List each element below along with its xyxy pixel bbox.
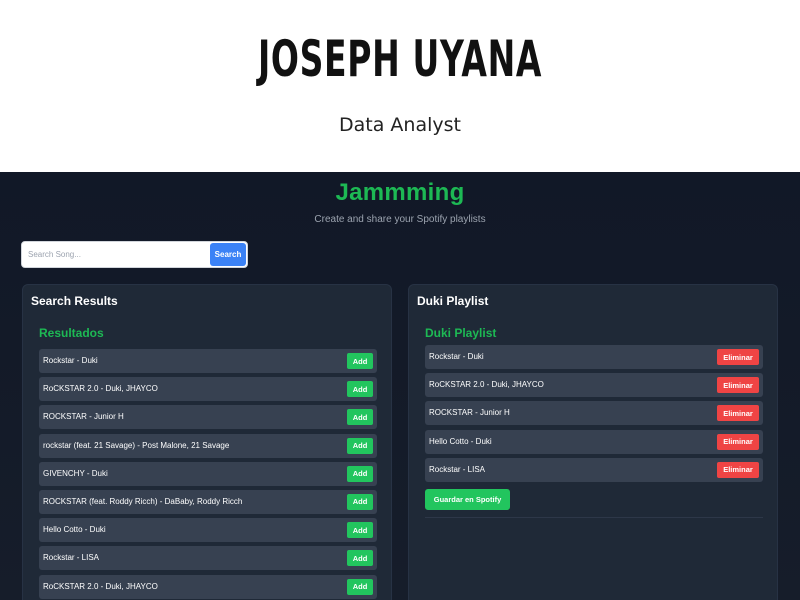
remove-track-button[interactable]: Eliminar: [717, 349, 759, 365]
track-name: Rockstar - LISA: [43, 553, 100, 563]
add-track-button[interactable]: Add: [347, 465, 373, 482]
results-subheading: Resultados: [39, 326, 104, 340]
hero-header: JOSEPH UYANA Data Analyst: [0, 0, 800, 172]
track-row: ROCKSTAR (feat. Roddy Ricch) - DaBaby, R…: [39, 489, 377, 514]
add-track-button[interactable]: Add: [347, 409, 373, 426]
track-row: ROCKSTAR - Junior H Eliminar: [425, 401, 763, 426]
add-track-button[interactable]: Add: [347, 578, 373, 595]
playlist-panel: Duki Playlist Duki Playlist Rockstar - D…: [408, 284, 778, 600]
track-name: ROCKSTAR - Junior H: [429, 408, 510, 418]
panel-divider: [425, 517, 763, 518]
track-row: GIVENCHY - Duki Add: [39, 461, 377, 486]
playlist-track-list: Rockstar - Duki Eliminar RoCKSTAR 2.0 - Du…: [425, 345, 763, 486]
add-track-button[interactable]: Add: [347, 550, 373, 567]
track-row: Hello Cotto - Duki Add: [39, 518, 377, 543]
track-row: RoCKSTAR 2.0 - Duki, JHAYCO Eliminar: [425, 373, 763, 398]
search-results-panel: Search Results Resultados Rockstar - Duk…: [22, 284, 392, 600]
track-row: Hello Cotto - Duki Eliminar: [425, 429, 763, 454]
playlist-heading: Duki Playlist: [417, 294, 489, 308]
add-track-button[interactable]: Add: [347, 353, 373, 369]
track-name: Rockstar - Duki: [429, 352, 484, 361]
results-track-list: Rockstar - Duki Add RoCKSTAR 2.0 - Duki, J…: [39, 349, 377, 600]
track-name: Hello Cotto - Duki: [429, 436, 492, 446]
add-track-button[interactable]: Add: [347, 381, 373, 398]
jammming-app: Jammming Create and share your Spotify p…: [0, 172, 800, 600]
track-name: Rockstar - Duki: [43, 356, 98, 365]
playlist-subheading: Duki Playlist: [425, 326, 497, 340]
add-track-button[interactable]: Add: [347, 522, 373, 539]
track-name: RoCKSTAR 2.0 - Duki, JHAYCO: [429, 380, 544, 390]
track-name: Rockstar - LISA: [429, 464, 486, 474]
app-subtitle: Create and share your Spotify playlists: [314, 214, 486, 225]
track-row: RoCKSTAR 2.0 - Duki, JHAYCO Add: [39, 377, 377, 402]
track-row: ROCKSTAR - Junior H Add: [39, 405, 377, 430]
app-title: Jammming: [335, 179, 465, 206]
track-row: Rockstar - Duki Add: [39, 349, 377, 373]
track-row: rockstar (feat. 21 Savage) - Post Malone…: [39, 433, 377, 458]
search-results-heading: Search Results: [31, 294, 118, 308]
track-row: Rockstar - LISA Add: [39, 546, 377, 571]
remove-track-button[interactable]: Eliminar: [717, 377, 759, 394]
track-name: GIVENCHY - Duki: [43, 468, 108, 478]
remove-track-button[interactable]: Eliminar: [717, 433, 759, 450]
add-track-button[interactable]: Add: [347, 437, 373, 454]
track-row: Rockstar - Duki Eliminar: [425, 345, 763, 369]
add-track-button[interactable]: Add: [347, 493, 373, 510]
track-name: RoCKSTAR 2.0 - Duki, JHAYCO: [43, 384, 158, 394]
track-row: RoCKSTAR 2.0 - Duki, JHAYCO Add: [39, 574, 377, 599]
track-name: RoCKSTAR 2.0 - Duki, JHAYCO: [43, 581, 158, 591]
remove-track-button[interactable]: Eliminar: [717, 405, 759, 422]
track-row: Rockstar - LISA Eliminar: [425, 457, 763, 482]
remove-track-button[interactable]: Eliminar: [717, 461, 759, 478]
search-input[interactable]: [22, 242, 210, 267]
search-button[interactable]: Search: [210, 243, 246, 266]
hero-name: JOSEPH UYANA: [257, 30, 543, 88]
track-name: rockstar (feat. 21 Savage) - Post Malone…: [43, 440, 230, 450]
track-name: Hello Cotto - Duki: [43, 525, 106, 535]
save-to-spotify-button[interactable]: Guardar en Spotify: [425, 489, 510, 510]
search-bar: Search: [21, 241, 248, 268]
hero-role: Data Analyst: [339, 114, 461, 136]
track-name: ROCKSTAR (feat. Roddy Ricch) - DaBaby, R…: [43, 496, 243, 506]
track-name: ROCKSTAR - Junior H: [43, 412, 124, 422]
